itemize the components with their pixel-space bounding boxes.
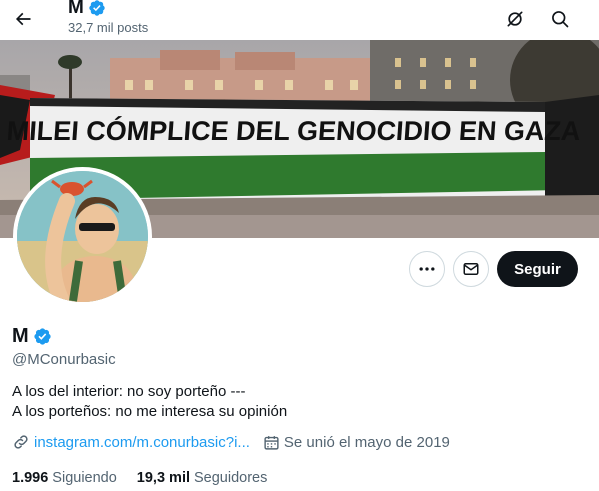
- profile-avatar[interactable]: [13, 167, 152, 306]
- back-button[interactable]: [6, 2, 40, 36]
- profile-link-item[interactable]: instagram.com/m.conurbasic?i...: [12, 433, 250, 451]
- banner-text: MILEI CÓMPLICE DEL GENOCIDIO EN GAZA: [6, 115, 582, 146]
- search-icon: [552, 11, 569, 28]
- followers-count: 19,3 mil: [136, 470, 190, 486]
- profile-bio: A los del interior: no soy porteño --- A…: [12, 382, 287, 422]
- header-name: M: [68, 0, 84, 18]
- grok-icon: [507, 11, 523, 27]
- link-icon: [14, 435, 28, 449]
- profile-name-row: M: [12, 325, 52, 347]
- header-title: M: [68, 0, 106, 19]
- profile-website-link[interactable]: instagram.com/m.conurbasic?i...: [34, 434, 250, 451]
- message-button[interactable]: [453, 251, 489, 287]
- join-date: Se unió el mayo de 2019: [283, 433, 450, 451]
- posts-count: 32,7 mil posts: [68, 20, 149, 35]
- followers-link[interactable]: 19,3 mil Seguidores: [137, 470, 268, 486]
- following-count: 1.996: [12, 470, 49, 486]
- verified-badge-icon: [89, 0, 105, 16]
- follow-button[interactable]: Seguir: [497, 251, 578, 287]
- calendar-icon: [264, 435, 279, 450]
- bio-line: A los del interior: no soy porteño ---: [12, 383, 246, 400]
- following-link[interactable]: 1.996 Siguiendo: [12, 470, 117, 486]
- profile-name: M: [12, 325, 29, 347]
- verified-badge-icon[interactable]: [33, 327, 52, 346]
- grok-button[interactable]: [498, 2, 532, 36]
- profile-meta: instagram.com/m.conurbasic?i... Se unió …: [12, 433, 463, 451]
- profile-handle: @MConurbasic: [12, 351, 116, 368]
- more-dots-icon: [419, 267, 435, 271]
- followers-label: Seguidores: [194, 470, 268, 486]
- envelope-icon: [463, 263, 479, 275]
- profile-stats: 1.996 Siguiendo 19,3 mil Seguidores: [12, 470, 287, 486]
- top-bar: M 32,7 mil posts: [0, 0, 599, 40]
- arrow-left-icon: [15, 12, 31, 26]
- more-options-button[interactable]: [409, 251, 445, 287]
- search-button[interactable]: [543, 2, 577, 36]
- join-date-item: Se unió el mayo de 2019: [263, 434, 450, 451]
- bio-line: A los porteños: no me interesa su opinió…: [12, 403, 288, 420]
- following-label: Siguiendo: [52, 470, 117, 486]
